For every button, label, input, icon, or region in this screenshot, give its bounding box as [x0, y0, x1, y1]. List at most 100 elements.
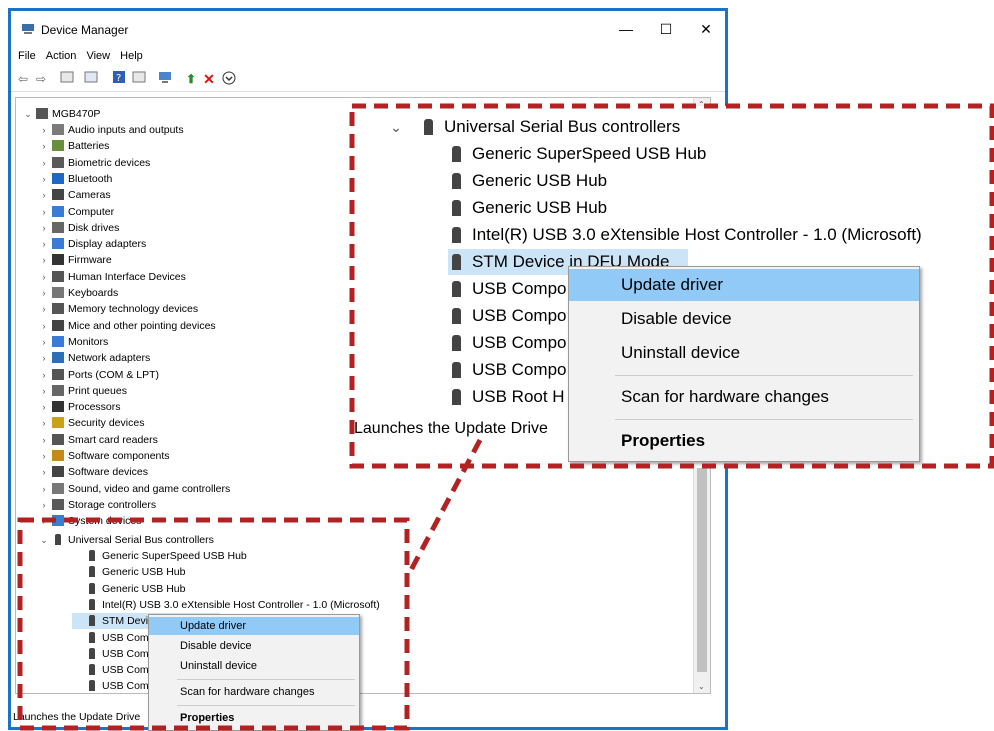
usb-icon	[452, 362, 461, 378]
chevron-right-icon[interactable]: ›	[38, 269, 50, 285]
help-icon[interactable]: ?	[111, 71, 127, 87]
chevron-right-icon[interactable]: ›	[38, 138, 50, 154]
tree-item-label: Display adapters	[68, 238, 147, 251]
zoom-menu-scan-hardware[interactable]: Scan for hardware changes	[569, 381, 919, 413]
title-bar[interactable]: Device Manager — ☐ ✕	[11, 11, 725, 47]
enable-icon[interactable]	[221, 71, 237, 87]
chevron-right-icon[interactable]: ›	[38, 236, 50, 252]
zoom-menu-update-driver[interactable]: Update driver	[569, 269, 919, 301]
chevron-right-icon[interactable]: ›	[38, 155, 50, 171]
menu-help[interactable]: Help	[120, 47, 143, 65]
chevron-right-icon[interactable]: ›	[38, 464, 50, 480]
menu-update-driver[interactable]: Update driver	[149, 617, 359, 635]
back-icon[interactable]: ⇦	[15, 71, 31, 87]
usb-icon	[452, 254, 461, 270]
window-title: Device Manager	[41, 23, 129, 37]
chevron-right-icon[interactable]: ›	[38, 481, 50, 497]
category-icon	[52, 417, 64, 429]
tree-item-label: Audio inputs and outputs	[68, 124, 184, 136]
category-icon	[52, 172, 64, 184]
chevron-right-icon[interactable]: ›	[38, 350, 50, 366]
menu-action[interactable]: Action	[46, 47, 77, 65]
maximize-button[interactable]: ☐	[651, 19, 681, 39]
tree-item-label: Ports (COM & LPT)	[68, 368, 160, 381]
tree-item-label: USB Root H	[472, 387, 565, 406]
tree-item-label: Software components	[68, 450, 170, 462]
chevron-right-icon[interactable]: ›	[38, 432, 50, 448]
chevron-right-icon[interactable]: ›	[38, 334, 50, 350]
chevron-right-icon[interactable]: ›	[38, 383, 50, 399]
show-hidden-icon[interactable]	[83, 71, 99, 87]
chevron-right-icon[interactable]: ›	[38, 122, 50, 138]
minimize-button[interactable]: —	[611, 19, 641, 39]
category-icon	[52, 189, 64, 201]
tree-item-label: USB Compo	[472, 279, 567, 298]
menu-disable-device[interactable]: Disable device	[149, 637, 359, 655]
menu-properties[interactable]: Properties	[149, 709, 359, 727]
monitor-icon[interactable]	[157, 71, 173, 87]
category-icon	[52, 515, 64, 527]
forward-icon[interactable]: ⇨	[33, 71, 49, 87]
menu-file[interactable]: File	[18, 47, 36, 65]
chevron-right-icon[interactable]: ›	[38, 399, 50, 415]
chevron-right-icon[interactable]: ›	[38, 448, 50, 464]
usb-icon	[452, 335, 461, 351]
tree-item-label: Bluetooth	[68, 172, 113, 185]
usb-icon	[89, 550, 95, 561]
chevron-right-icon[interactable]: ›	[38, 285, 50, 301]
category-icon	[52, 368, 64, 380]
chevron-right-icon[interactable]: ›	[38, 220, 50, 236]
tree-item-label: Network adapters	[68, 352, 151, 365]
tree-item-label: Mice and other pointing devices	[68, 319, 216, 332]
tree-item-label: Computer	[68, 205, 115, 218]
chevron-right-icon[interactable]: ›	[38, 187, 50, 203]
chevron-right-icon[interactable]: ›	[38, 367, 50, 383]
category-icon	[52, 156, 64, 168]
tree-item-label: Cameras	[68, 189, 111, 202]
chevron-right-icon[interactable]: ›	[38, 301, 50, 317]
tree-item-label: Memory technology devices	[68, 303, 199, 316]
tree-item-label: Software devices	[68, 466, 148, 479]
chevron-right-icon[interactable]: ›	[38, 252, 50, 268]
tree-item-label: Keyboards	[68, 287, 119, 299]
update-driver-icon[interactable]: ⬆	[183, 71, 199, 87]
menu-view[interactable]: View	[86, 47, 110, 65]
chevron-right-icon[interactable]: ›	[38, 497, 50, 513]
menu-scan-hardware[interactable]: Scan for hardware changes	[149, 683, 359, 701]
scrollbar-thumb[interactable]	[697, 450, 707, 672]
zoom-menu-disable-device[interactable]: Disable device	[569, 303, 919, 335]
scroll-down-icon[interactable]: ⌄	[698, 682, 705, 691]
category-icon	[52, 466, 64, 478]
chevron-right-icon[interactable]: ›	[38, 171, 50, 187]
menu-separator	[615, 419, 913, 420]
chevron-right-icon[interactable]: ›	[38, 318, 50, 334]
usb-icon	[452, 308, 461, 324]
menu-uninstall-device[interactable]: Uninstall device	[149, 657, 359, 675]
tree-item-label: Generic USB Hub	[472, 171, 608, 190]
usb-icon	[424, 119, 433, 135]
chevron-down-icon[interactable]: ⌄	[22, 106, 34, 122]
category-icon	[52, 335, 64, 347]
category-icon	[52, 238, 64, 250]
tree-item-label: Generic USB Hub	[472, 198, 608, 217]
uninstall-icon[interactable]: ✕	[201, 71, 217, 87]
usb-icon	[89, 566, 95, 578]
usb-icon	[89, 615, 95, 627]
zoom-menu-uninstall-device[interactable]: Uninstall device	[569, 337, 919, 369]
chevron-right-icon[interactable]: ›	[38, 415, 50, 431]
usb-icon	[89, 664, 95, 676]
properties-icon[interactable]	[59, 71, 75, 87]
chevron-right-icon[interactable]: ›	[38, 513, 50, 529]
usb-icon	[452, 200, 461, 216]
chevron-down-icon[interactable]: ⌄	[38, 532, 50, 548]
zoom-context-menu: Update driver Disable device Uninstall d…	[568, 266, 920, 462]
close-button[interactable]: ✕	[691, 19, 721, 39]
category-icon	[52, 270, 64, 282]
tree-item-label: Storage controllers	[68, 498, 157, 511]
chevron-down-icon[interactable]: ⌄	[390, 114, 402, 140]
tree-item-label: Intel(R) USB 3.0 eXtensible Host Control…	[102, 598, 380, 611]
tree-item-label: Print queues	[68, 384, 127, 397]
zoom-menu-properties[interactable]: Properties	[569, 425, 919, 457]
chevron-right-icon[interactable]: ›	[38, 204, 50, 220]
view-icon[interactable]	[131, 71, 147, 87]
